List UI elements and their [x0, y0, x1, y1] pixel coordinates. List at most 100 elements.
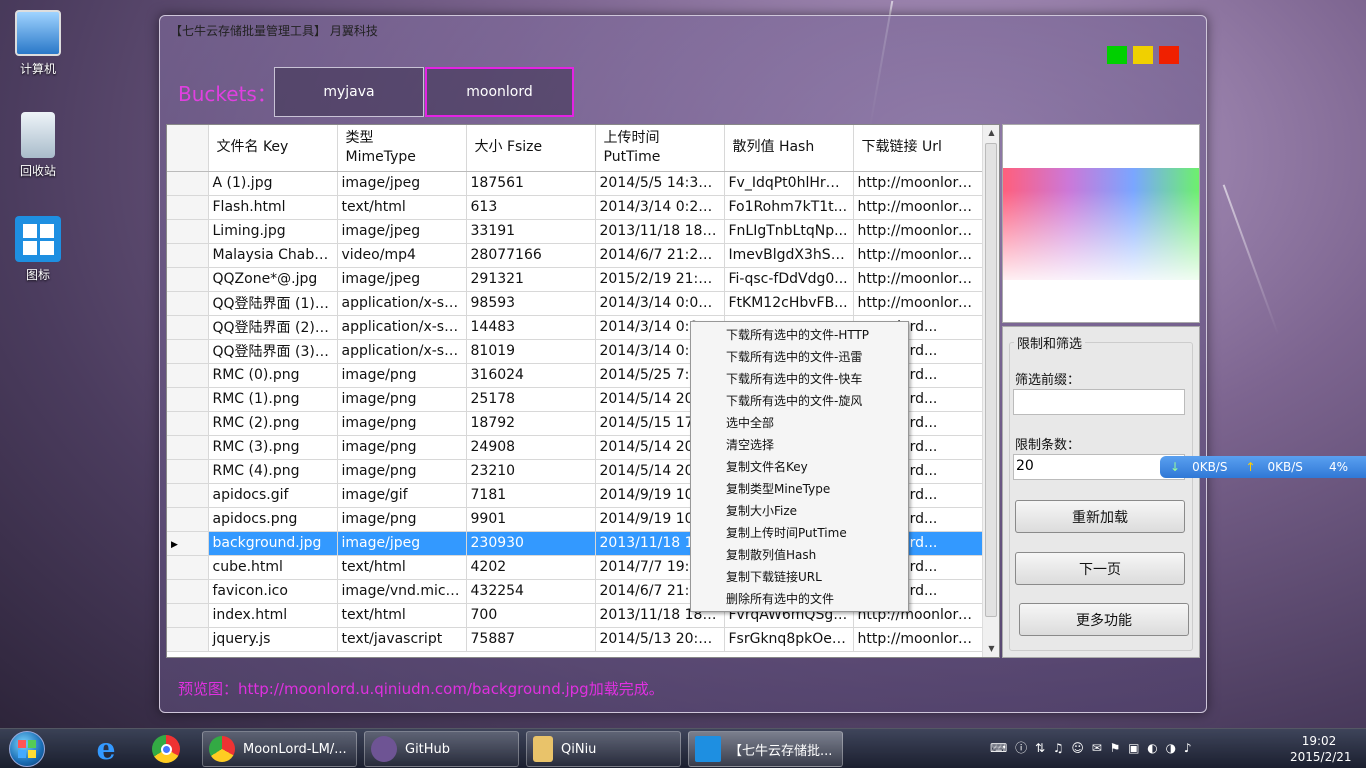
- column-header-fsize[interactable]: 大小 Fsize: [466, 125, 596, 172]
- table-cell[interactable]: image/jpeg: [337, 267, 467, 292]
- table-row[interactable]: jquery.js text/javascript 75887 2014/5/13 2…: [167, 627, 983, 652]
- table-cell[interactable]: http://moonlord...: [853, 195, 983, 220]
- table-cell[interactable]: image/png: [337, 507, 467, 532]
- taskbar-button-moonlord[interactable]: MoonLord-LM/...: [202, 731, 357, 767]
- table-cell[interactable]: Liming.jpg: [208, 219, 338, 244]
- row-header[interactable]: [167, 315, 209, 340]
- table-cell[interactable]: image/vnd.micr...: [337, 579, 467, 604]
- table-cell[interactable]: http://moonlord...: [853, 219, 983, 244]
- more-features-button[interactable]: 更多功能: [1019, 603, 1189, 636]
- table-cell[interactable]: image/png: [337, 411, 467, 436]
- prefix-input[interactable]: [1013, 389, 1185, 415]
- minimize-button[interactable]: [1107, 46, 1127, 64]
- table-cell[interactable]: ImevBlgdX3hSN...: [724, 243, 854, 268]
- context-menu-item[interactable]: 选中全部: [691, 412, 908, 434]
- table-cell[interactable]: 700: [466, 603, 596, 628]
- table-cell[interactable]: image/jpeg: [337, 219, 467, 244]
- taskbar-pin-ie[interactable]: e: [80, 731, 132, 767]
- table-cell[interactable]: 230930: [466, 531, 596, 556]
- maximize-button[interactable]: [1133, 46, 1153, 64]
- table-cell[interactable]: 2014/6/7 21:29:04: [595, 243, 725, 268]
- table-cell[interactable]: apidocs.png: [208, 507, 338, 532]
- table-cell[interactable]: image/jpeg: [337, 531, 467, 556]
- context-menu-item[interactable]: 删除所有选中的文件: [691, 588, 908, 610]
- table-cell[interactable]: application/x-sh...: [337, 315, 467, 340]
- context-menu-item[interactable]: 复制下载链接URL: [691, 566, 908, 588]
- desktop-icon-recycle-bin[interactable]: 回收站: [8, 112, 68, 179]
- table-cell[interactable]: Fv_IdqPt0hlHrw...: [724, 171, 854, 196]
- table-cell[interactable]: image/jpeg: [337, 171, 467, 196]
- close-button[interactable]: [1159, 46, 1179, 64]
- table-cell[interactable]: background.jpg: [208, 531, 338, 556]
- system-tray[interactable]: ⌨ ⓘ ⇅ ♫ ☺ ✉ ⚑ ▣ ◐ ◑ ♪: [990, 739, 1194, 756]
- table-cell[interactable]: 2015/2/19 21:36:...: [595, 267, 725, 292]
- next-page-button[interactable]: 下一页: [1015, 552, 1185, 585]
- taskbar-button-github[interactable]: GitHub: [364, 731, 519, 767]
- table-cell[interactable]: A (1).jpg: [208, 171, 338, 196]
- table-cell[interactable]: RMC (4).png: [208, 459, 338, 484]
- scroll-down-arrow-icon[interactable]: ▼: [983, 641, 999, 657]
- row-header[interactable]: [167, 579, 209, 604]
- row-header[interactable]: [167, 411, 209, 436]
- table-cell[interactable]: application/x-sh...: [337, 339, 467, 364]
- table-cell[interactable]: 23210: [466, 459, 596, 484]
- table-cell[interactable]: text/html: [337, 195, 467, 220]
- row-header[interactable]: [167, 459, 209, 484]
- scrollbar-thumb[interactable]: [985, 143, 997, 617]
- table-cell[interactable]: 75887: [466, 627, 596, 652]
- table-cell[interactable]: 613: [466, 195, 596, 220]
- table-row[interactable]: QQZone*@.jpg image/jpeg 291321 2015/2/19 21…: [167, 267, 983, 292]
- row-header[interactable]: [167, 219, 209, 244]
- table-cell[interactable]: 316024: [466, 363, 596, 388]
- column-header-mimetype[interactable]: 类型 MimeType: [337, 125, 467, 172]
- row-header[interactable]: [167, 291, 209, 316]
- table-row[interactable]: Liming.jpg image/jpeg 33191 2013/11/18 18:2…: [167, 219, 983, 244]
- table-cell[interactable]: 81019: [466, 339, 596, 364]
- table-cell[interactable]: QQZone*@.jpg: [208, 267, 338, 292]
- table-cell[interactable]: 98593: [466, 291, 596, 316]
- table-cell[interactable]: image/png: [337, 363, 467, 388]
- taskbar-pin-chrome[interactable]: [140, 731, 192, 767]
- context-menu-item[interactable]: 清空选择: [691, 434, 908, 456]
- grid-vertical-scrollbar[interactable]: ▲ ▼: [982, 125, 999, 657]
- table-cell[interactable]: 7181: [466, 483, 596, 508]
- row-header[interactable]: [167, 603, 209, 628]
- row-header[interactable]: [167, 267, 209, 292]
- table-cell[interactable]: http://moonlord...: [853, 627, 983, 652]
- table-cell[interactable]: Fi-qsc-fDdVdg0...: [724, 267, 854, 292]
- table-cell[interactable]: QQ登陆界面 (3).s...: [208, 339, 338, 364]
- table-row[interactable]: QQ登陆界面 (1).s... application/x-sh... 98593 2…: [167, 291, 983, 316]
- column-header-hash[interactable]: 散列值 Hash: [724, 125, 854, 172]
- table-cell[interactable]: image/png: [337, 387, 467, 412]
- context-menu-item[interactable]: 复制文件名Key: [691, 456, 908, 478]
- table-cell[interactable]: 4202: [466, 555, 596, 580]
- table-cell[interactable]: http://moonlord...: [853, 243, 983, 268]
- start-button[interactable]: [2, 730, 52, 768]
- table-cell[interactable]: 14483: [466, 315, 596, 340]
- context-menu-item[interactable]: 下载所有选中的文件-HTTP: [691, 324, 908, 346]
- table-cell[interactable]: favicon.ico: [208, 579, 338, 604]
- column-header-key[interactable]: 文件名 Key: [208, 125, 338, 172]
- table-cell[interactable]: 187561: [466, 171, 596, 196]
- table-cell[interactable]: application/x-sh...: [337, 291, 467, 316]
- row-header[interactable]: [167, 363, 209, 388]
- column-header-puttime[interactable]: 上传时间 PutTime: [595, 125, 725, 172]
- table-cell[interactable]: http://moonlord...: [853, 267, 983, 292]
- table-cell[interactable]: Fo1Rohm7kT1t...: [724, 195, 854, 220]
- bucket-tab-moonlord[interactable]: moonlord: [425, 67, 574, 117]
- row-header[interactable]: [167, 435, 209, 460]
- table-cell[interactable]: apidocs.gif: [208, 483, 338, 508]
- table-cell[interactable]: cube.html: [208, 555, 338, 580]
- context-menu-item[interactable]: 复制类型MineType: [691, 478, 908, 500]
- table-cell[interactable]: http://moonlord...: [853, 171, 983, 196]
- table-cell[interactable]: 2014/3/14 0:25:30: [595, 195, 725, 220]
- row-header[interactable]: [167, 243, 209, 268]
- table-cell[interactable]: RMC (2).png: [208, 411, 338, 436]
- table-cell[interactable]: 18792: [466, 411, 596, 436]
- scroll-up-arrow-icon[interactable]: ▲: [983, 125, 999, 141]
- table-cell[interactable]: image/png: [337, 435, 467, 460]
- table-row[interactable]: Flash.html text/html 613 2014/3/14 0:25:30 F…: [167, 195, 983, 220]
- table-cell[interactable]: text/javascript: [337, 627, 467, 652]
- table-cell[interactable]: 24908: [466, 435, 596, 460]
- row-header[interactable]: [167, 387, 209, 412]
